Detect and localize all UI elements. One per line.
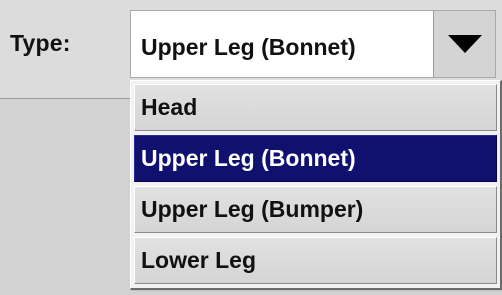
type-dropdown-list: Head Upper Leg (Bonnet) Upper Leg (Bumpe… [130, 80, 502, 290]
dropdown-toggle-button[interactable] [433, 11, 495, 77]
option-head[interactable]: Head [134, 84, 497, 131]
option-upper-leg-bumper[interactable]: Upper Leg (Bumper) [134, 186, 497, 233]
option-label: Lower Leg [141, 247, 257, 273]
type-selected-value: Upper Leg (Bonnet) [141, 34, 356, 60]
type-combobox[interactable]: Upper Leg (Bonnet) [130, 10, 496, 78]
option-upper-leg-bonnet[interactable]: Upper Leg (Bonnet) [134, 135, 497, 182]
type-label: Type: [10, 30, 71, 56]
option-label: Upper Leg (Bonnet) [141, 145, 356, 171]
triangle-down-icon [447, 35, 482, 53]
option-label: Upper Leg (Bumper) [141, 196, 364, 222]
option-label: Head [141, 94, 198, 120]
option-lower-leg[interactable]: Lower Leg [134, 237, 497, 284]
